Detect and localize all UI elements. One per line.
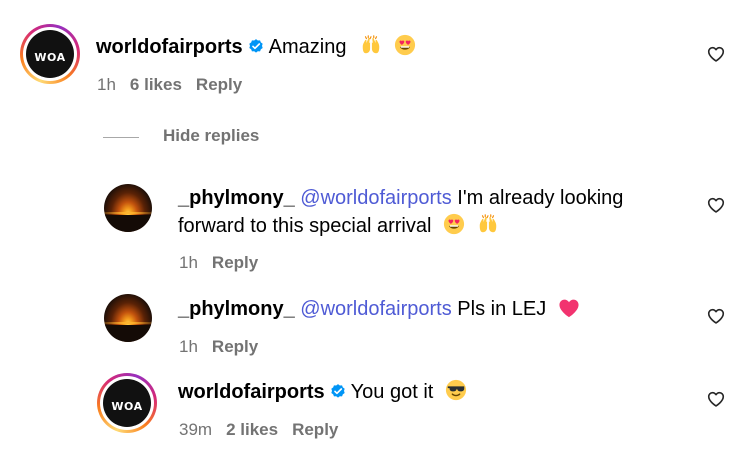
timestamp: 1h xyxy=(179,253,198,272)
comment-text: Amazing xyxy=(268,36,347,58)
comment-text: Pls in LEJ xyxy=(457,298,547,320)
likes-count[interactable]: 2 likes xyxy=(226,420,278,439)
reply-button[interactable]: Reply xyxy=(196,75,242,94)
avatar[interactable]: WOA xyxy=(97,373,157,433)
comment-meta: 39m 2 likes Reply xyxy=(179,419,352,441)
comment-meta: 1h 6 likes Reply xyxy=(97,74,256,96)
reply-button[interactable]: Reply xyxy=(212,337,258,356)
comment-text-line: _phylmony_ @worldofairports Pls in LEJ xyxy=(178,295,580,326)
comment-text-line: _phylmony_ @worldofairports I'm already … xyxy=(178,184,623,212)
comment-text: forward to this special arrival xyxy=(178,215,432,237)
username[interactable]: _phylmony_ xyxy=(178,298,295,320)
heart-outline-icon[interactable] xyxy=(707,308,725,329)
worldofairports-logo-icon: WOA xyxy=(26,30,74,78)
reply-button[interactable]: Reply xyxy=(212,253,258,272)
pink-heart-emoji-icon xyxy=(558,298,580,326)
divider xyxy=(103,137,139,138)
sunglasses-face-emoji-icon xyxy=(445,379,467,409)
timestamp: 1h xyxy=(97,75,116,94)
avatar[interactable]: WOA xyxy=(20,24,80,84)
timestamp: 39m xyxy=(179,420,213,439)
hide-replies-label[interactable]: Hide replies xyxy=(163,126,259,146)
heart-eyes-emoji-icon xyxy=(443,213,465,243)
username[interactable]: worldofairports xyxy=(178,381,325,403)
comment-text-line: worldofairports You got it xyxy=(178,378,467,409)
verified-badge-icon xyxy=(247,36,265,64)
username[interactable]: _phylmony_ xyxy=(178,187,295,209)
comment-text: You got it xyxy=(350,381,434,403)
comment-meta: 1h Reply xyxy=(179,336,272,358)
heart-outline-icon[interactable] xyxy=(707,391,725,412)
reply-button[interactable]: Reply xyxy=(292,420,338,439)
heart-outline-icon[interactable] xyxy=(707,46,725,67)
comment-text-line: forward to this special arrival xyxy=(178,212,499,243)
avatar[interactable] xyxy=(104,294,152,342)
raising-hands-emoji-icon xyxy=(360,34,382,64)
mention-link[interactable]: @worldofairports xyxy=(300,298,451,320)
heart-outline-icon[interactable] xyxy=(707,197,725,218)
comment-text: I'm already looking xyxy=(457,187,624,209)
worldofairports-logo-icon: WOA xyxy=(103,379,151,427)
heart-eyes-emoji-icon xyxy=(394,34,416,64)
comment-text-line: worldofairports Amazing xyxy=(96,33,416,64)
verified-badge-icon xyxy=(329,381,347,409)
mention-link[interactable]: @worldofairports xyxy=(300,187,451,209)
comment-meta: 1h Reply xyxy=(179,252,272,274)
raising-hands-emoji-icon xyxy=(477,213,499,243)
timestamp: 1h xyxy=(179,337,198,356)
avatar[interactable] xyxy=(104,184,152,232)
username[interactable]: worldofairports xyxy=(96,36,243,58)
likes-count[interactable]: 6 likes xyxy=(130,75,182,94)
